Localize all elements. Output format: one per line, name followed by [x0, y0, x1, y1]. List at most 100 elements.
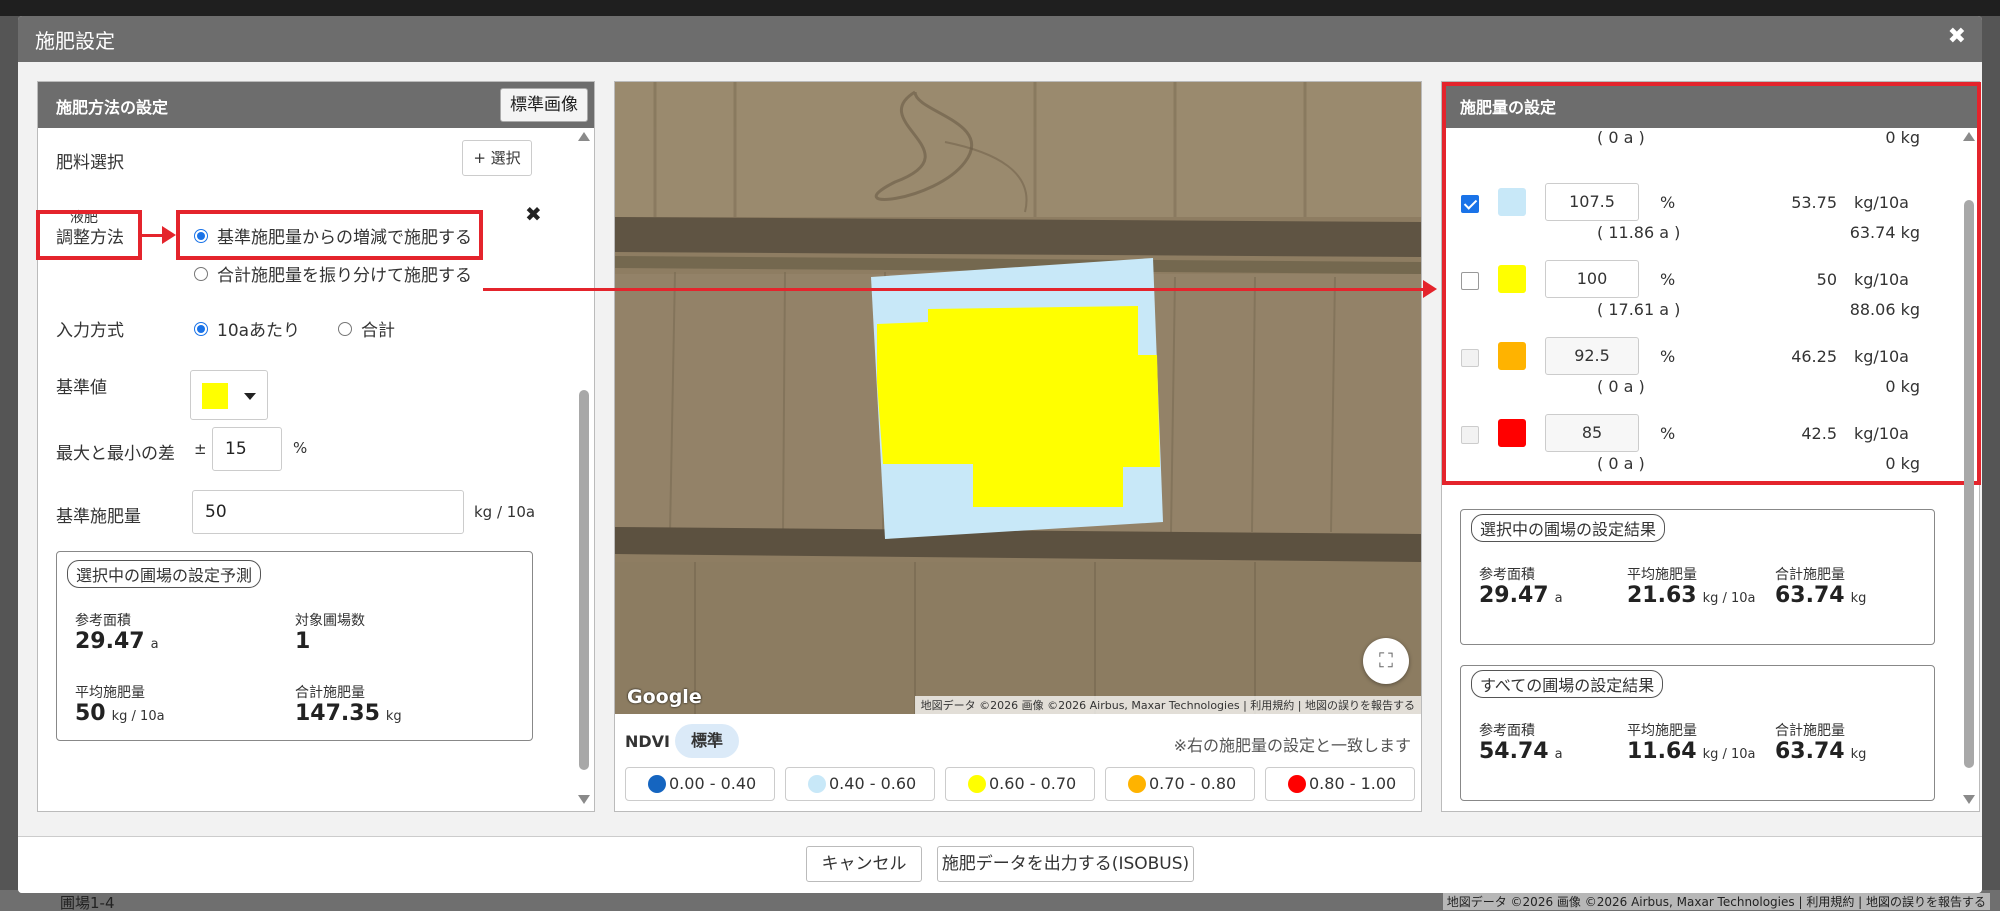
selected-avg-label: 平均施肥量	[1627, 567, 1697, 583]
map-panel: Google 地図データ ©2026 画像 ©2026 Airbus, Maxa…	[614, 81, 1422, 812]
prediction-count-value: 1	[295, 629, 311, 654]
unit: kg	[1850, 747, 1867, 762]
selected-result-summary: 選択中の圃場の設定結果 参考面積 29.47 a 平均施肥量 21.63 kg / …	[1460, 509, 1935, 645]
highlight-arrow-head	[162, 226, 176, 244]
all-total-label: 合計施肥量	[1775, 723, 1845, 739]
right-scrollbar[interactable]	[1961, 130, 1977, 806]
value: 54.74	[1479, 739, 1549, 764]
background-app-footer: 圃場1-4 地図データ ©2026 画像 ©2026 Airbus, Maxar…	[0, 890, 2000, 911]
scroll-thumb[interactable]	[579, 390, 589, 770]
remove-fertilizer-icon[interactable]: ✖	[525, 202, 542, 226]
selected-area-label: 参考面積	[1479, 567, 1535, 583]
base-value-color-select[interactable]	[190, 370, 268, 420]
legend-chip-2[interactable]: 0.60 - 0.70	[945, 767, 1095, 801]
unit: a	[150, 637, 159, 652]
value: 147.35	[295, 701, 380, 726]
base-amount-input[interactable]: 50	[192, 490, 464, 534]
highlight-connector-arrow	[1423, 280, 1437, 298]
radio-selected[interactable]	[194, 321, 208, 336]
selected-avg-value: 21.63 kg / 10a	[1627, 583, 1756, 608]
ndvi-mode-tag[interactable]: 標準	[675, 724, 740, 758]
add-fertilizer-button[interactable]: + 選択	[462, 140, 532, 176]
modal-title: 施肥設定	[35, 29, 115, 53]
all-result-title: すべての圃場の設定結果	[1471, 670, 1664, 698]
range-diff-prefix: ±	[194, 440, 207, 458]
prediction-area-label: 参考面積	[75, 613, 131, 629]
adjust-option-distribute-total[interactable]: 合計施肥量を振り分けて施肥する	[194, 261, 472, 286]
all-total-value: 63.74 kg	[1775, 739, 1866, 764]
legend-chip-0[interactable]: 0.00 - 0.40	[625, 767, 775, 801]
prediction-avg-label: 平均施肥量	[75, 685, 145, 701]
satellite-map[interactable]: Google 地図データ ©2026 画像 ©2026 Airbus, Maxa…	[615, 82, 1421, 714]
fertilizer-select-label: 肥料選択	[56, 153, 124, 173]
legend-chip-4[interactable]: 0.80 - 1.00	[1265, 767, 1415, 801]
map-imagery	[615, 82, 1421, 714]
unit: kg	[385, 709, 402, 724]
value: 29.47	[75, 629, 145, 654]
scroll-down-icon[interactable]	[578, 795, 590, 804]
unit: kg	[1850, 591, 1867, 606]
value: 63.74	[1775, 583, 1845, 608]
background-field-label: 圃場1-4	[60, 894, 115, 911]
legend-chip-3[interactable]: 0.70 - 0.80	[1105, 767, 1255, 801]
selected-total-label: 合計施肥量	[1775, 567, 1845, 583]
close-icon[interactable]: ✖	[1948, 24, 1966, 49]
legend-chip-1[interactable]: 0.40 - 0.60	[785, 767, 935, 801]
legend-color-dot	[648, 775, 666, 793]
map-fit-control-icon[interactable]: ⛶	[1363, 638, 1409, 684]
prediction-total-value: 147.35 kg	[295, 701, 402, 726]
value: 50	[75, 701, 106, 726]
input-option-total[interactable]: 合計	[338, 316, 395, 341]
background-map-credit: 地図データ ©2026 画像 ©2026 Airbus, Maxar Techn…	[1442, 893, 1990, 910]
range-diff-input[interactable]: 15	[212, 427, 282, 471]
adjust-option-increase-decrease[interactable]: 基準施肥量からの増減で施肥する	[194, 223, 472, 248]
scroll-up-icon[interactable]	[578, 132, 590, 141]
value: 63.74	[1775, 739, 1845, 764]
radio-unselected[interactable]	[194, 266, 208, 281]
adjust-method-label: 調整方法	[56, 228, 124, 248]
radio-unselected[interactable]	[338, 321, 352, 336]
export-isobus-button[interactable]: 施肥データを出力する(ISOBUS)	[937, 846, 1194, 882]
cancel-button[interactable]: キャンセル	[806, 846, 922, 882]
adjust-option-label: 基準施肥量からの増減で施肥する	[217, 228, 472, 248]
range-diff-unit: %	[293, 439, 308, 457]
value: 29.47	[1479, 583, 1549, 608]
all-area-value: 54.74 a	[1479, 739, 1563, 764]
legend-color-dot	[1128, 775, 1146, 793]
scroll-down-icon[interactable]	[1963, 795, 1975, 804]
prediction-title: 選択中の圃場の設定予測	[67, 560, 262, 588]
map-credit[interactable]: 地図データ ©2026 画像 ©2026 Airbus, Maxar Techn…	[914, 696, 1421, 714]
scroll-thumb[interactable]	[1964, 200, 1974, 768]
method-settings-panel: 施肥方法の設定 標準画像 肥料選択 + 選択 液肥 ✖ 調整方法 基準施肥量から…	[36, 81, 595, 812]
legend-label: 0.60 - 0.70	[989, 774, 1077, 793]
adjust-option-label: 合計施肥量を振り分けて施肥する	[217, 266, 472, 286]
all-avg-label: 平均施肥量	[1627, 723, 1697, 739]
input-option-per-10a[interactable]: 10aあたり	[194, 316, 300, 341]
highlight-connector-line	[483, 288, 1425, 291]
base-amount-unit: kg / 10a	[474, 503, 536, 521]
legend-label: 0.00 - 0.40	[669, 774, 757, 793]
prediction-avg-value: 50 kg / 10a	[75, 701, 165, 726]
selected-total-value: 63.74 kg	[1775, 583, 1866, 608]
background-app-bar	[0, 0, 2000, 16]
left-scrollbar[interactable]	[576, 130, 592, 806]
google-logo: Google	[627, 686, 702, 708]
modal-header: 施肥設定 ✖	[18, 16, 1982, 62]
unit: a	[1554, 591, 1563, 606]
selected-area-value: 29.47 a	[1479, 583, 1563, 608]
method-settings-header: 施肥方法の設定 標準画像	[38, 82, 594, 128]
unit: kg / 10a	[111, 709, 165, 724]
all-area-label: 参考面積	[1479, 723, 1535, 739]
method-settings-title: 施肥方法の設定	[56, 98, 169, 117]
prediction-total-label: 合計施肥量	[295, 685, 365, 701]
chevron-down-icon	[244, 393, 256, 400]
radio-selected[interactable]	[194, 228, 208, 243]
highlight-amount-settings	[1442, 82, 1981, 485]
all-result-summary: すべての圃場の設定結果 参考面積 54.74 a 平均施肥量 11.64 kg / …	[1460, 665, 1935, 801]
unit: a	[1554, 747, 1563, 762]
base-amount-label: 基準施肥量	[56, 507, 141, 527]
legend-label: 0.80 - 1.00	[1309, 774, 1397, 793]
scroll-up-icon[interactable]	[1963, 132, 1975, 141]
legend-color-dot	[1288, 775, 1306, 793]
standard-image-button[interactable]: 標準画像	[500, 88, 588, 122]
